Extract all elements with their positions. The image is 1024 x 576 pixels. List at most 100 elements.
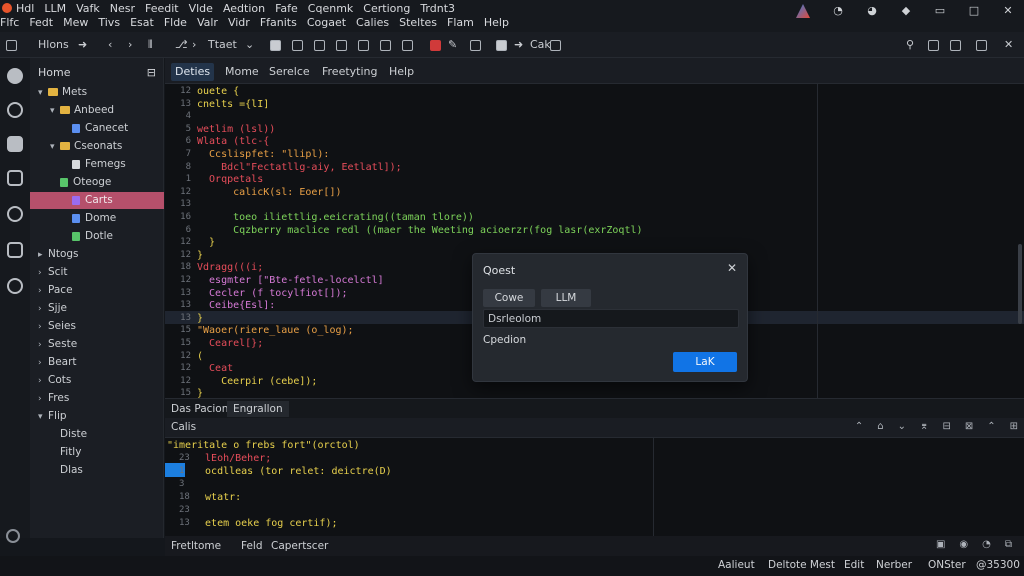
tree-item[interactable]: ▾ Mets [30, 84, 164, 101]
bottom-tab-0[interactable]: Fretltome [165, 538, 227, 554]
panel-up-icon[interactable]: ⌃ [855, 421, 863, 432]
menu-item[interactable]: Flam [447, 16, 474, 29]
debug-icon[interactable]: ✎ [448, 38, 457, 52]
collapse-icon[interactable]: ⊟ [147, 66, 156, 79]
window-icon[interactable] [976, 38, 987, 52]
menu-item[interactable]: Help [484, 16, 509, 29]
activity-debug-icon[interactable] [7, 206, 23, 222]
explorer-toggle-icon[interactable] [6, 38, 17, 52]
menu-item[interactable]: Vafk [76, 2, 100, 15]
menu-item[interactable]: Cogaet [307, 16, 346, 29]
activity-files-icon[interactable] [7, 170, 23, 186]
editor-scrollbar[interactable] [1018, 244, 1022, 324]
menu-item[interactable]: Feedit [145, 2, 179, 15]
account-icon[interactable]: ◕ [866, 5, 878, 17]
dialog-ok-button[interactable]: LaK [673, 352, 737, 372]
menu-item[interactable]: Nesr [110, 2, 135, 15]
menu-item[interactable]: Calies [356, 16, 389, 29]
tree-item[interactable]: Carts [30, 192, 164, 209]
tree-item[interactable]: Canecet [30, 120, 164, 137]
tree-item[interactable]: › Scit [30, 264, 164, 281]
type-label[interactable]: Ttaet [208, 38, 237, 52]
menu-item[interactable]: LLM [44, 2, 66, 15]
tree-chevron-icon[interactable]: › [38, 391, 48, 408]
dialog-tab-1[interactable]: Cowe [483, 289, 535, 307]
pin-icon[interactable]: ◆ [900, 5, 912, 17]
forward-icon[interactable]: ➜ [78, 38, 87, 52]
tree-chevron-icon[interactable]: ▾ [50, 139, 60, 156]
tool-icon-7[interactable] [402, 38, 413, 52]
menu-item[interactable]: Mew [63, 16, 88, 29]
status-item-3[interactable]: Nerber [876, 559, 912, 571]
panel-collapse-icon[interactable]: ⌃ [987, 421, 995, 432]
tree-item[interactable]: › Cots [30, 372, 164, 389]
bottom-tab-2[interactable]: Capertscer [265, 538, 334, 554]
tree-item[interactable]: › Sjje [30, 300, 164, 317]
tree-chevron-icon[interactable]: ▾ [50, 103, 60, 120]
tree-item[interactable]: Dome [30, 210, 164, 227]
panel-tab-0[interactable]: Das Pacion [165, 401, 234, 417]
tree-item[interactable]: › Seies [30, 318, 164, 335]
activity-search-icon[interactable] [7, 102, 23, 118]
menu-item[interactable]: Flfc [0, 16, 19, 29]
tab-4[interactable]: Help [385, 63, 418, 81]
tree-chevron-icon[interactable]: › [38, 337, 48, 354]
tree-chevron-icon[interactable]: ▾ [38, 85, 48, 102]
panel-pin-icon[interactable]: ⌂ [877, 421, 883, 432]
tree-item[interactable]: Diste [30, 426, 164, 443]
menu-item[interactable]: Trdnt3 [420, 2, 455, 15]
tool-icon-2[interactable] [292, 38, 303, 52]
panel-split-icon[interactable]: ⊟ [942, 421, 950, 432]
record-icon[interactable] [430, 38, 441, 52]
panel-icon[interactable] [928, 38, 939, 52]
status-item-4[interactable]: ONSter [928, 559, 966, 571]
dialog-input[interactable] [483, 309, 739, 328]
bottom-action-2-icon[interactable]: ◉ [959, 539, 968, 550]
home-label[interactable]: Hlons [38, 38, 69, 52]
extra-icon[interactable] [550, 38, 561, 52]
branch-icon[interactable]: ⎇ [175, 38, 188, 52]
panel-body[interactable]: "imeritale o frebs fort"(orctol) 23 lEoh/… [165, 438, 1024, 536]
panel-clear-icon[interactable]: ⊠ [965, 421, 973, 432]
menu-item[interactable]: Esat [130, 16, 154, 29]
status-item-2[interactable]: Edit [844, 559, 864, 571]
menu-item[interactable]: Hdl [16, 2, 34, 15]
toolbar-close-icon[interactable]: ✕ [1004, 38, 1013, 52]
tree-item[interactable]: › Pace [30, 282, 164, 299]
tool-icon-3[interactable] [314, 38, 325, 52]
panel-close-icon[interactable]: ⊞ [1010, 421, 1018, 432]
extra-label[interactable]: Cak [530, 38, 551, 52]
tree-item[interactable]: › Seste [30, 336, 164, 353]
tree-chevron-icon[interactable]: › [38, 373, 48, 390]
tree-item[interactable]: › Fres [30, 390, 164, 407]
menu-item[interactable]: Tivs [98, 16, 120, 29]
tree-chevron-icon[interactable]: › [38, 301, 48, 318]
dialog-tab-2[interactable]: LLM [541, 289, 591, 307]
split-icon[interactable]: ⫴ [148, 38, 153, 52]
panel-filter-icon[interactable]: ⌆ [920, 421, 928, 432]
tree-item[interactable]: ▾ Flip [30, 408, 164, 425]
menu-item[interactable]: Vlde [189, 2, 213, 15]
menu-item[interactable]: Ffanits [260, 16, 297, 29]
tool-icon-9[interactable] [496, 38, 507, 52]
close-icon[interactable]: ✕ [1002, 5, 1014, 17]
bottom-action-4-icon[interactable]: ⧉ [1005, 539, 1012, 550]
search-icon[interactable]: ⚲ [906, 38, 914, 52]
run-icon[interactable]: ➜ [514, 38, 523, 52]
layout-icon[interactable] [950, 38, 961, 52]
menu-item[interactable]: Cqenmk [308, 2, 354, 15]
tab-2[interactable]: Serelce [265, 63, 314, 81]
menu-item[interactable]: Valr [197, 16, 218, 29]
tree-item[interactable]: ▾ Cseonats [30, 138, 164, 155]
activity-extensions-icon[interactable] [7, 136, 23, 152]
tree-item[interactable]: ▸ Ntogs [30, 246, 164, 263]
tool-icon-4[interactable] [336, 38, 347, 52]
tool-icon-1[interactable] [270, 38, 281, 52]
tab-3[interactable]: Freetyting [318, 63, 382, 81]
tree-chevron-icon[interactable]: › [38, 265, 48, 282]
tree-item[interactable]: ▾ Anbeed [30, 102, 164, 119]
menu-item[interactable]: Steltes [399, 16, 437, 29]
bottom-action-1-icon[interactable]: ▣ [936, 539, 945, 550]
bottom-action-3-icon[interactable]: ◔ [982, 539, 991, 550]
status-item-1[interactable]: Deltote Mest [768, 559, 835, 571]
